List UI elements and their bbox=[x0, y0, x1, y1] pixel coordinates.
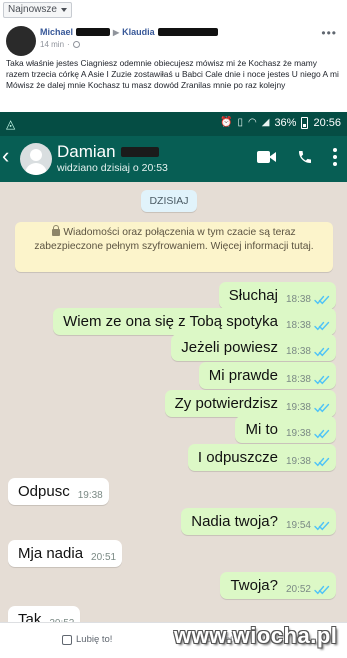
message-text: Mi to bbox=[245, 421, 278, 438]
outgoing-message[interactable]: I odpuszcze 19:38 bbox=[187, 444, 336, 471]
battery-percent: 36% bbox=[274, 117, 297, 129]
signal-icon: ◢ bbox=[261, 117, 270, 128]
outgoing-message[interactable]: Słuchaj 18:38 bbox=[218, 282, 336, 309]
message-text: Mja nadia bbox=[18, 545, 84, 562]
encryption-text: Wiadomości oraz połączenia w tym czacie … bbox=[34, 227, 314, 252]
outgoing-message[interactable]: Mi to 19:38 bbox=[235, 416, 336, 443]
encryption-notice[interactable]: Wiadomości oraz połączenia w tym czacie … bbox=[15, 222, 333, 272]
incoming-message[interactable]: Tak20:52 bbox=[8, 606, 81, 622]
more-options-icon[interactable]: ••• bbox=[321, 26, 337, 40]
contact-avatar[interactable] bbox=[20, 143, 52, 175]
phone-call-icon[interactable] bbox=[297, 149, 313, 165]
post-author-line: Michael ▶ Klaudia bbox=[40, 27, 218, 37]
message-time: 18:38 bbox=[285, 320, 311, 331]
message-text: Mi prawde bbox=[208, 367, 278, 384]
read-ticks-icon bbox=[314, 429, 330, 438]
post-meta: 14 min · bbox=[40, 40, 80, 49]
outgoing-message[interactable]: Nadia twoja? 19:54 bbox=[181, 508, 336, 535]
back-arrow-icon[interactable]: ‹ bbox=[2, 145, 18, 168]
vibrate-icon: ▯ bbox=[237, 117, 243, 128]
outgoing-message[interactable]: Twoja? 20:52 bbox=[220, 572, 336, 599]
incoming-message[interactable]: Odpusc 19:38 bbox=[8, 478, 109, 505]
author-avatar[interactable] bbox=[6, 26, 36, 56]
facebook-post: Najnowsze Michael ▶ Klaudia 14 min · •••… bbox=[0, 0, 347, 108]
outgoing-message[interactable]: Mi prawde 18:38 bbox=[198, 362, 336, 389]
like-label: Lubię to! bbox=[76, 634, 113, 645]
post-actions: Lubię to! Komentarz www.wiocha.pl bbox=[0, 622, 347, 658]
outgoing-message[interactable]: Jeżeli powiesz 18:38 bbox=[171, 334, 336, 361]
outgoing-message[interactable]: Wiem ze ona się z Tobą spotyka 18:38 bbox=[53, 308, 336, 335]
contact-name: Damian bbox=[57, 142, 116, 161]
message-time: 19:38 bbox=[285, 428, 311, 439]
incoming-message[interactable]: Mja nadia 20:51 bbox=[8, 540, 123, 567]
redacted-surname bbox=[157, 28, 218, 36]
recipient-name[interactable]: Klaudia bbox=[122, 27, 155, 37]
wifi-icon: ◠ bbox=[248, 117, 257, 128]
message-time: 19:54 bbox=[285, 520, 311, 531]
redacted-surname bbox=[120, 147, 159, 157]
contact-name-row[interactable]: Damian bbox=[57, 142, 159, 162]
like-button[interactable]: Lubię to! bbox=[62, 634, 112, 645]
outgoing-message[interactable]: Zy potwierdzisz 19:38 bbox=[164, 390, 336, 417]
separator: · bbox=[67, 40, 70, 49]
post-text: Taka właśnie jestes Ciagniesz odemnie ob… bbox=[6, 58, 339, 91]
message-time: 18:38 bbox=[285, 374, 311, 385]
read-ticks-icon bbox=[314, 457, 330, 466]
message-text: Twoja? bbox=[230, 577, 278, 594]
read-ticks-icon bbox=[314, 321, 330, 330]
whatsapp-notification-icon: ◬ bbox=[6, 117, 16, 131]
comment-sort-dropdown[interactable]: Najnowsze bbox=[3, 2, 72, 18]
redacted-surname bbox=[76, 28, 111, 36]
message-time: 19:38 bbox=[285, 456, 311, 467]
message-text: Wiem ze ona się z Tobą spotyka bbox=[63, 313, 278, 330]
clock: 20:56 bbox=[313, 117, 341, 129]
message-time: 19:38 bbox=[285, 402, 311, 413]
read-ticks-icon bbox=[314, 585, 330, 594]
message-time: 18:38 bbox=[285, 294, 311, 305]
chat-area[interactable]: DZISIAJ Wiadomości oraz połączenia w tym… bbox=[0, 182, 347, 622]
more-menu-icon[interactable] bbox=[333, 148, 337, 166]
chat-header: ‹ Damian widziano dzisiaj o 20:53 bbox=[0, 136, 347, 182]
message-text: Odpusc bbox=[18, 483, 70, 500]
date-chip: DZISIAJ bbox=[141, 190, 197, 212]
status-bar: ◬ ⏰ ▯ ◠ ◢ 36% 20:56 bbox=[0, 112, 347, 136]
message-time: 18:38 bbox=[285, 346, 311, 357]
message-text: I odpuszcze bbox=[197, 449, 278, 466]
last-seen: widziano dzisiaj o 20:53 bbox=[57, 162, 168, 174]
post-time[interactable]: 14 min bbox=[40, 40, 64, 49]
arrow-right-icon: ▶ bbox=[113, 27, 120, 37]
lock-icon bbox=[52, 225, 61, 236]
read-ticks-icon bbox=[314, 295, 330, 304]
message-text: Jeżeli powiesz bbox=[181, 339, 278, 356]
message-time: 20:52 bbox=[285, 584, 311, 595]
message-text: Tak bbox=[18, 611, 42, 622]
read-ticks-icon bbox=[314, 375, 330, 384]
message-time: 20:51 bbox=[91, 552, 117, 563]
message-text: Nadia twoja? bbox=[191, 513, 278, 530]
message-text: Zy potwierdzisz bbox=[174, 395, 278, 412]
globe-icon bbox=[72, 41, 80, 48]
chevron-down-icon bbox=[60, 8, 67, 12]
battery-icon bbox=[301, 117, 309, 129]
alarm-icon: ⏰ bbox=[220, 117, 233, 128]
video-call-icon[interactable] bbox=[257, 150, 277, 164]
watermark: www.wiocha.pl bbox=[174, 623, 338, 648]
read-ticks-icon bbox=[314, 521, 330, 530]
author-name[interactable]: Michael bbox=[40, 27, 73, 37]
read-ticks-icon bbox=[314, 347, 330, 356]
message-time: 19:38 bbox=[77, 490, 103, 501]
sort-label: Najnowsze bbox=[8, 4, 57, 15]
message-text: Słuchaj bbox=[228, 287, 278, 304]
thumbs-up-icon bbox=[62, 634, 72, 645]
read-ticks-icon bbox=[314, 403, 330, 412]
